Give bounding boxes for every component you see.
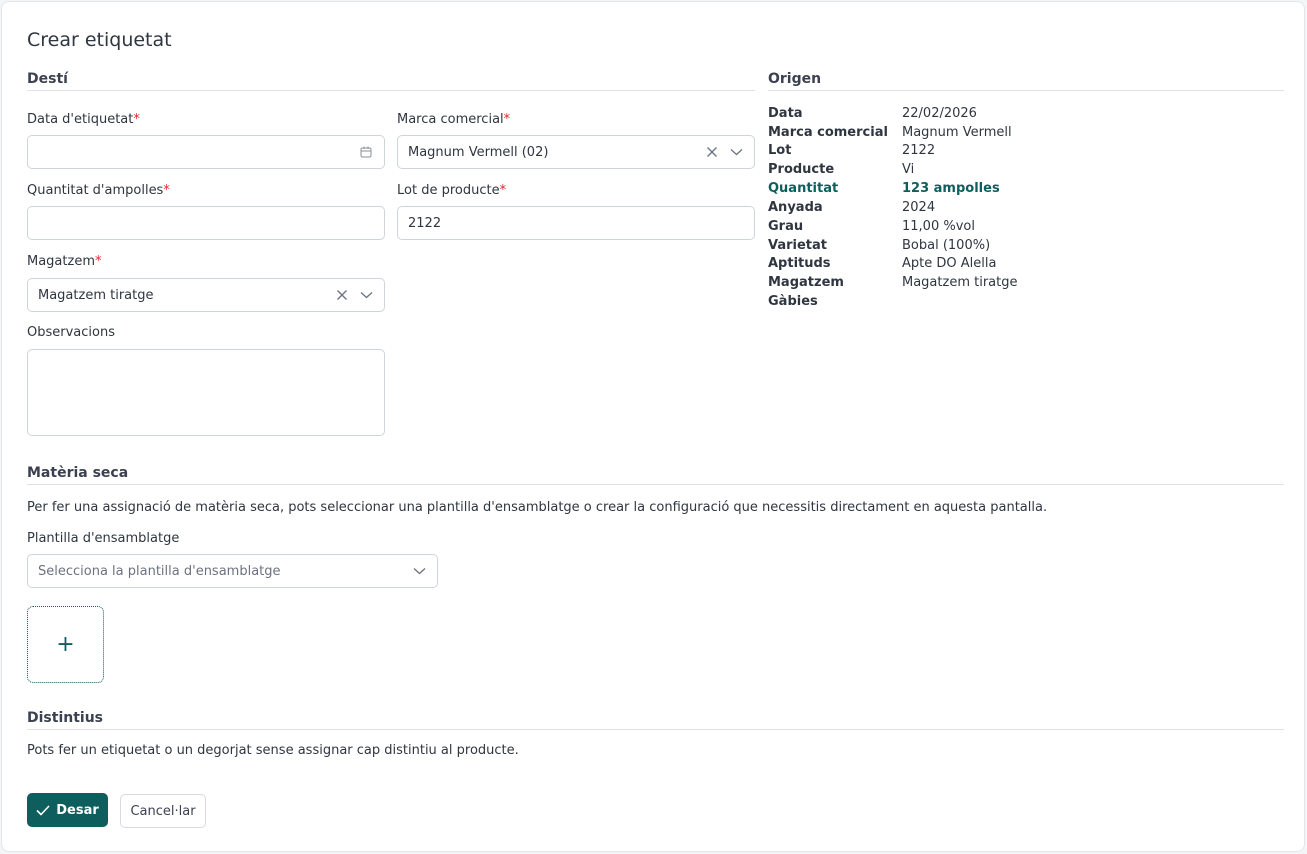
origen-row-grau: Grau 11,00 %vol xyxy=(768,219,975,234)
clear-icon[interactable] xyxy=(334,287,350,303)
data-etiquetat-label: Data d'etiquetat* xyxy=(27,112,140,127)
lot-producte-label: Lot de producte* xyxy=(397,183,507,198)
origen-row-aptituds: Aptituds Apte DO Alella xyxy=(768,256,997,271)
section-title-distintius: Distintius xyxy=(27,710,104,726)
plantilla-label: Plantilla d'ensamblatge xyxy=(27,531,180,546)
origen-row-anyada: Anyada 2024 xyxy=(768,200,936,215)
required-mark: * xyxy=(94,254,102,269)
plantilla-select[interactable]: Selecciona la plantilla d'ensamblatge xyxy=(27,554,438,588)
save-button-label: Desar xyxy=(56,802,99,818)
origen-row-lot: Lot 2122 xyxy=(768,143,936,158)
origen-row-gabies: Gàbies xyxy=(768,294,818,309)
origen-row-data: Data 22/02/2026 xyxy=(768,106,977,121)
origen-row-quantitat: Quantitat 123 ampolles xyxy=(768,181,1000,196)
cancel-button[interactable]: Cancel·lar xyxy=(120,794,206,828)
create-labeling-card: Crear etiquetat Destí Data d'etiquetat* … xyxy=(1,1,1305,852)
required-mark: * xyxy=(133,112,140,127)
calendar-icon[interactable] xyxy=(358,144,374,160)
marca-comercial-label: Marca comercial* xyxy=(397,112,511,127)
required-mark: * xyxy=(163,183,170,198)
origen-row-producte: Producte Vi xyxy=(768,162,915,177)
required-mark: * xyxy=(503,112,511,127)
plus-icon: + xyxy=(56,631,75,657)
section-title-materia-seca: Matèria seca xyxy=(27,465,129,481)
clear-icon[interactable] xyxy=(704,144,720,160)
section-divider xyxy=(27,729,1284,730)
magatzem-select[interactable]: Magatzem tiratge xyxy=(27,278,385,312)
page-title: Crear etiquetat xyxy=(27,29,172,51)
quantitat-ampolles-label: Quantitat d'ampolles* xyxy=(27,183,170,198)
origen-row-varietat: Varietat Bobal (100%) xyxy=(768,238,991,253)
origen-row-magatzem: Magatzem Magatzem tiratge xyxy=(768,275,1018,290)
chevron-down-icon[interactable] xyxy=(728,144,744,160)
save-button[interactable]: Desar xyxy=(27,793,108,827)
data-etiquetat-input[interactable] xyxy=(27,135,385,169)
origen-row-marca: Marca comercial Magnum Vermell xyxy=(768,125,1012,140)
distintius-description: Pots fer un etiquetat o un degorjat sens… xyxy=(27,743,519,758)
check-icon xyxy=(36,804,50,816)
chevron-down-icon[interactable] xyxy=(411,563,427,579)
magatzem-label: Magatzem* xyxy=(27,254,102,269)
observacions-textarea[interactable] xyxy=(27,349,385,436)
section-divider xyxy=(768,90,1284,91)
lot-producte-input[interactable]: 2122 xyxy=(397,206,755,240)
section-title-desti: Destí xyxy=(27,71,68,87)
materia-seca-description: Per fer una assignació de matèria seca, … xyxy=(27,500,1048,515)
section-title-origen: Origen xyxy=(768,71,822,87)
chevron-down-icon[interactable] xyxy=(358,287,374,303)
section-divider xyxy=(27,90,755,91)
quantitat-ampolles-input[interactable] xyxy=(27,206,385,240)
required-mark: * xyxy=(499,183,507,198)
section-divider xyxy=(27,484,1284,485)
marca-comercial-select[interactable]: Magnum Vermell (02) xyxy=(397,135,755,169)
observacions-label: Observacions xyxy=(27,325,115,340)
add-configuration-button[interactable]: + xyxy=(27,606,104,683)
